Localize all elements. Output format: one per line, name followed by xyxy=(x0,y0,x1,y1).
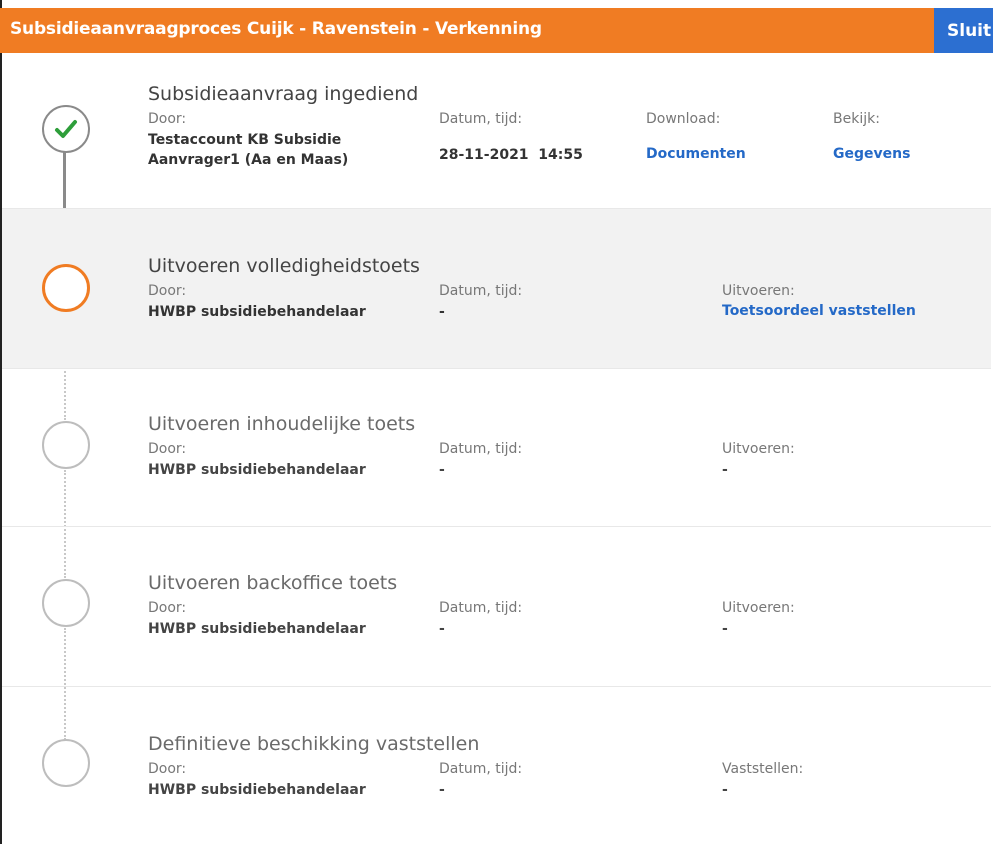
datum-label: Datum, tijd: xyxy=(439,441,523,457)
dialog-title: Subsidieaanvraagproces Cuijk - Ravenstei… xyxy=(10,19,542,39)
action-label: Uitvoeren: xyxy=(722,441,795,457)
action-value: - xyxy=(722,782,728,798)
datum-label: Datum, tijd: xyxy=(439,283,523,299)
timeline-step-completeness-check: Uitvoeren volledigheidstoets Door: HWBP … xyxy=(2,209,991,369)
step-status-pending xyxy=(42,421,90,469)
datum-value: - xyxy=(439,462,445,478)
datum-value: - xyxy=(439,782,445,798)
door-label: Door: xyxy=(148,283,187,299)
timeline-step-final-decision: Definitieve beschikking vaststellen Door… xyxy=(2,687,991,844)
step-status-pending xyxy=(42,579,90,627)
door-value: HWBP subsidiebehandelaar xyxy=(148,304,366,320)
door-value: HWBP subsidiebehandelaar xyxy=(148,621,366,637)
door-label: Door: xyxy=(148,761,187,777)
download-label: Download: xyxy=(646,111,721,127)
action-label: Uitvoeren: xyxy=(722,283,795,299)
step-title: Subsidieaanvraag ingediend xyxy=(148,83,419,105)
door-value: Testaccount KB Subsidie Aanvrager1 (Aa e… xyxy=(148,132,349,168)
datum-value: - xyxy=(439,304,445,320)
timeline-step-content-check: Uitvoeren inhoudelijke toets Door: HWBP … xyxy=(2,369,991,527)
documents-link[interactable]: Documenten xyxy=(646,146,746,162)
datum-label: Datum, tijd: xyxy=(439,600,523,616)
set-assessment-link[interactable]: Toetsoordeel vaststellen xyxy=(722,303,916,319)
door-label: Door: xyxy=(148,441,187,457)
step-status-current xyxy=(42,264,90,312)
checkmark-icon xyxy=(55,120,77,138)
action-label: Vaststellen: xyxy=(722,761,804,777)
door-label: Door: xyxy=(148,600,187,616)
datum-label: Datum, tijd: xyxy=(439,111,523,127)
action-value: - xyxy=(722,462,728,478)
step-title: Uitvoeren volledigheidstoets xyxy=(148,255,420,277)
door-value: HWBP subsidiebehandelaar xyxy=(148,782,366,798)
close-button[interactable]: Sluit xyxy=(934,8,993,53)
details-link[interactable]: Gegevens xyxy=(833,146,910,162)
action-value: - xyxy=(722,621,728,637)
dialog-header: Subsidieaanvraagproces Cuijk - Ravenstei… xyxy=(0,8,993,53)
step-title: Uitvoeren backoffice toets xyxy=(148,572,398,594)
timeline-step-backoffice-check: Uitvoeren backoffice toets Door: HWBP su… xyxy=(2,527,991,687)
step-status-done xyxy=(42,105,90,153)
datum-value: 28-11-2021 14:55 xyxy=(439,147,583,163)
timeline-step-submitted: Subsidieaanvraag ingediend Door: Testacc… xyxy=(2,53,991,209)
step-title: Definitieve beschikking vaststellen xyxy=(148,733,480,755)
door-value: HWBP subsidiebehandelaar xyxy=(148,462,366,478)
step-title: Uitvoeren inhoudelijke toets xyxy=(148,413,416,435)
datum-value: - xyxy=(439,621,445,637)
door-label: Door: xyxy=(148,111,187,127)
bekijk-label: Bekijk: xyxy=(833,111,880,127)
action-label: Uitvoeren: xyxy=(722,600,795,616)
step-status-pending xyxy=(42,739,90,787)
datum-label: Datum, tijd: xyxy=(439,761,523,777)
